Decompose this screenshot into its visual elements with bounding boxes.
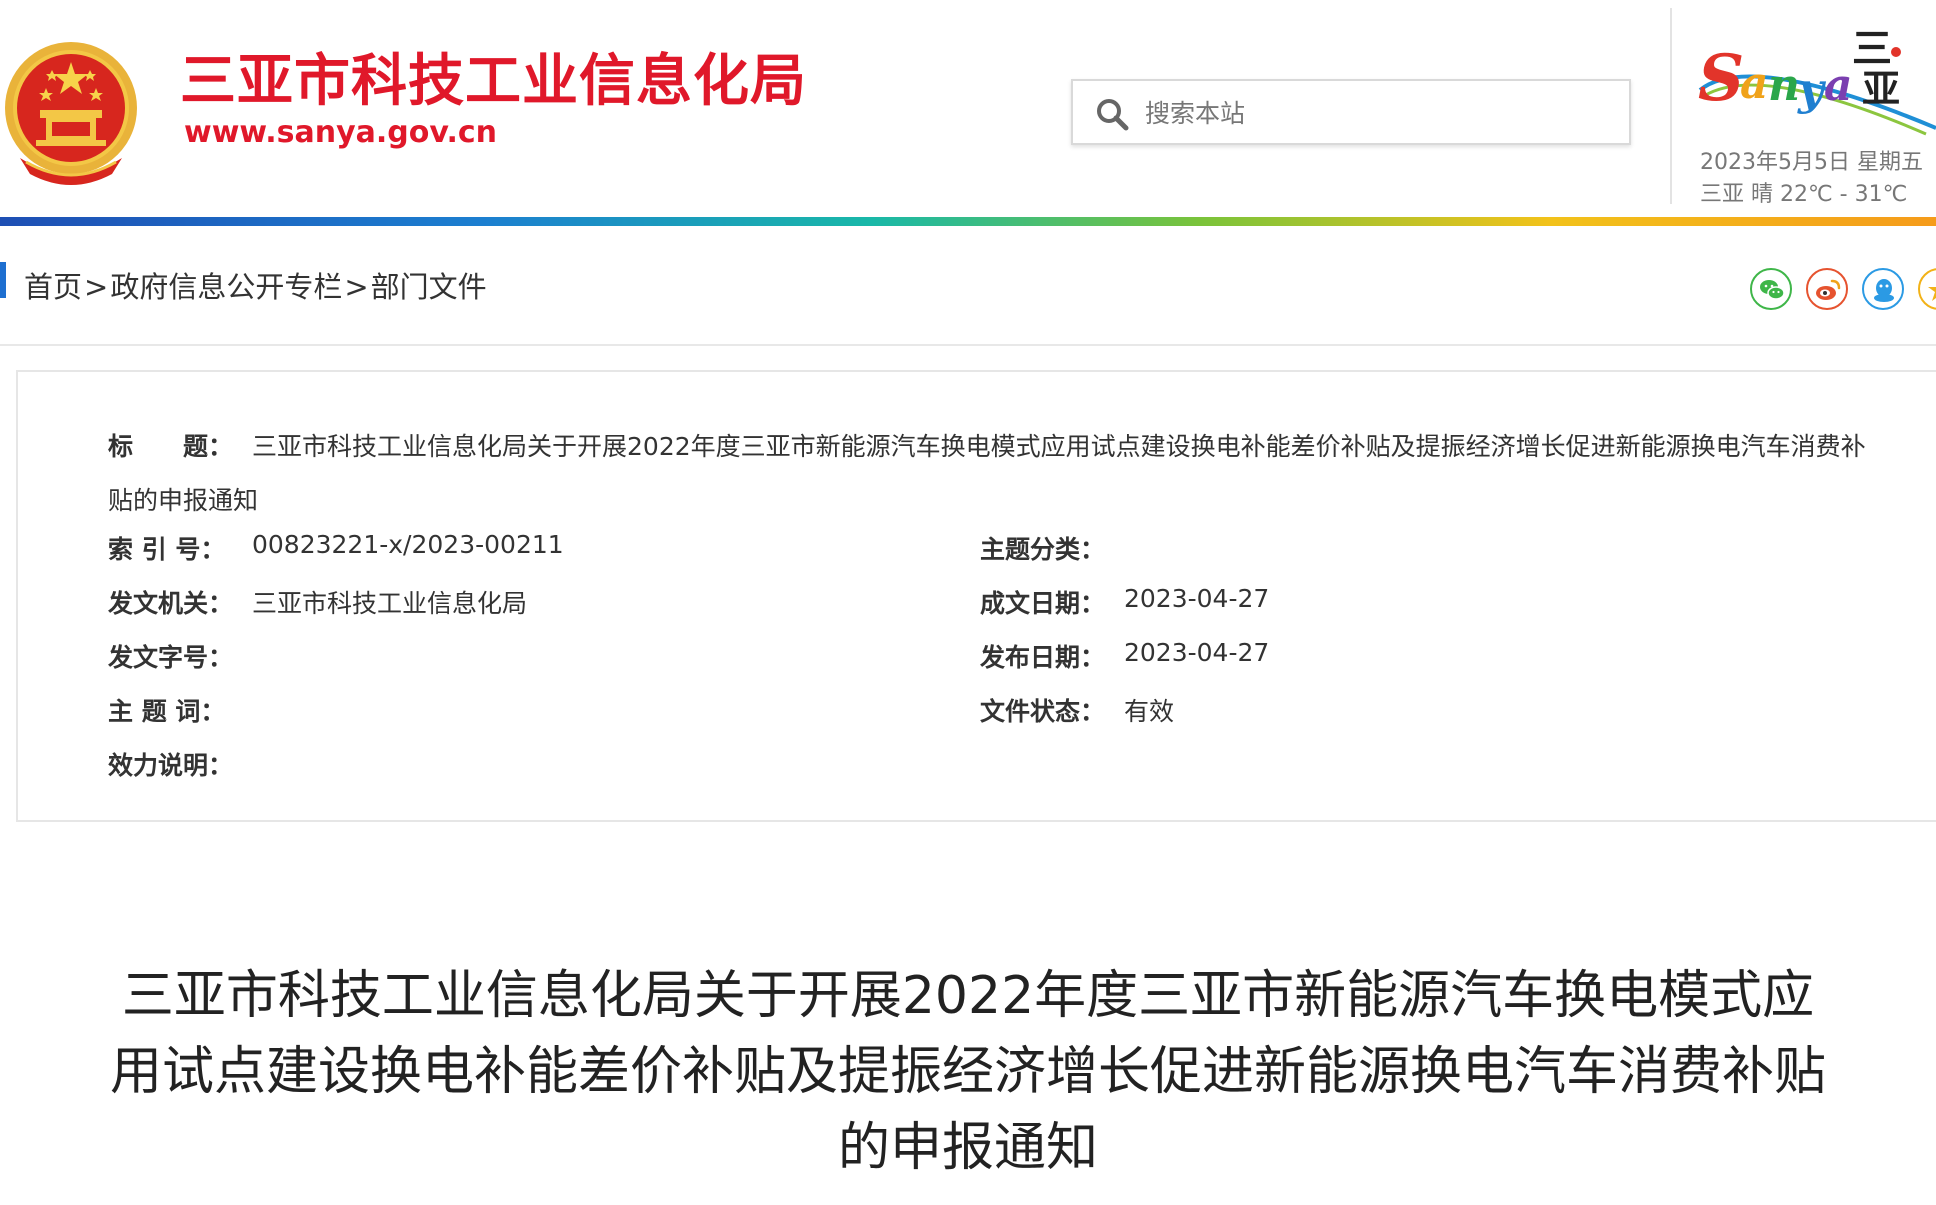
- share-qzone-button[interactable]: [1918, 268, 1936, 310]
- svg-text:S: S: [1698, 41, 1744, 116]
- keywords-label: 主 题 词：: [108, 697, 226, 726]
- breadcrumb: 首页>政府信息公开专栏>部门文件: [24, 264, 487, 306]
- share-weibo-button[interactable]: [1806, 268, 1848, 310]
- article-title: 三亚市科技工业信息化局关于开展2022年度三亚市新能源汽车换电模式应用试点建设换…: [110, 966, 1827, 1178]
- current-date: 2023年5月5日 星期五: [1700, 150, 1923, 175]
- issuer-value: 三亚市科技工业信息化局: [252, 589, 528, 618]
- national-emblem-icon: [5, 42, 137, 185]
- search-input[interactable]: [1143, 91, 1617, 135]
- index-value: 00823221-x/2023-00211: [252, 530, 564, 559]
- status-value: 有效: [1124, 697, 1175, 726]
- document-info-panel: 标 题： 三亚市科技工业信息化局关于开展2022年度三亚市新能源汽车换电模式应用…: [16, 370, 1936, 822]
- qzone-icon: [1928, 287, 1936, 301]
- wechat-icon: [1760, 280, 1785, 300]
- search-box[interactable]: [1071, 79, 1631, 145]
- index-label: 索 引 号：: [108, 535, 226, 564]
- sanya-logo[interactable]: S a n y a 三 亚: [1690, 10, 1936, 140]
- breadcrumb-bar: 首页>政府信息公开专栏>部门文件: [0, 226, 1936, 346]
- topic-category-label: 主题分类：: [980, 535, 1106, 564]
- search-icon[interactable]: [1095, 97, 1129, 131]
- creation-date-label: 成文日期：: [980, 589, 1106, 618]
- validity-label: 效力说明：: [108, 751, 234, 780]
- svg-text:a: a: [1824, 60, 1853, 111]
- title-value: 三亚市科技工业信息化局关于开展2022年度三亚市新能源汽车换电模式应用试点建设换…: [108, 432, 1866, 515]
- breadcrumb-separator: >: [84, 270, 109, 304]
- weather-info: 三亚 晴 22℃ - 31℃: [1700, 182, 1908, 207]
- breadcrumb-dept-docs[interactable]: 部门文件: [371, 270, 487, 304]
- svg-text:三: 三: [1852, 26, 1892, 72]
- weibo-icon: [1816, 279, 1841, 300]
- breadcrumb-separator: >: [344, 270, 369, 304]
- site-title[interactable]: 三亚市科技工业信息化局: [180, 36, 807, 117]
- site-url[interactable]: www.sanya.gov.cn: [184, 115, 497, 150]
- publish-date-value: 2023-04-27: [1124, 638, 1270, 667]
- site-header: 三亚市科技工业信息化局 www.sanya.gov.cn S a n y a 三…: [0, 0, 1936, 226]
- svg-text:y: y: [1797, 64, 1827, 115]
- svg-text:亚: 亚: [1862, 67, 1900, 111]
- breadcrumb-home[interactable]: 首页: [24, 270, 82, 304]
- publish-date-label: 发布日期：: [980, 643, 1106, 672]
- status-label: 文件状态：: [980, 697, 1106, 726]
- doc-number-label: 发文字号：: [108, 643, 234, 672]
- header-divider: [1670, 8, 1672, 204]
- breadcrumb-gov-info[interactable]: 政府信息公开专栏: [110, 270, 342, 304]
- share-qq-button[interactable]: [1862, 268, 1904, 310]
- svg-text:n: n: [1768, 60, 1800, 111]
- qq-icon: [1874, 279, 1894, 302]
- color-stripe: [0, 217, 1936, 226]
- svg-text:a: a: [1740, 58, 1769, 109]
- breadcrumb-marker: [0, 262, 6, 298]
- issuer-label: 发文机关：: [108, 589, 234, 618]
- share-wechat-button[interactable]: [1750, 268, 1792, 310]
- creation-date-value: 2023-04-27: [1124, 584, 1270, 613]
